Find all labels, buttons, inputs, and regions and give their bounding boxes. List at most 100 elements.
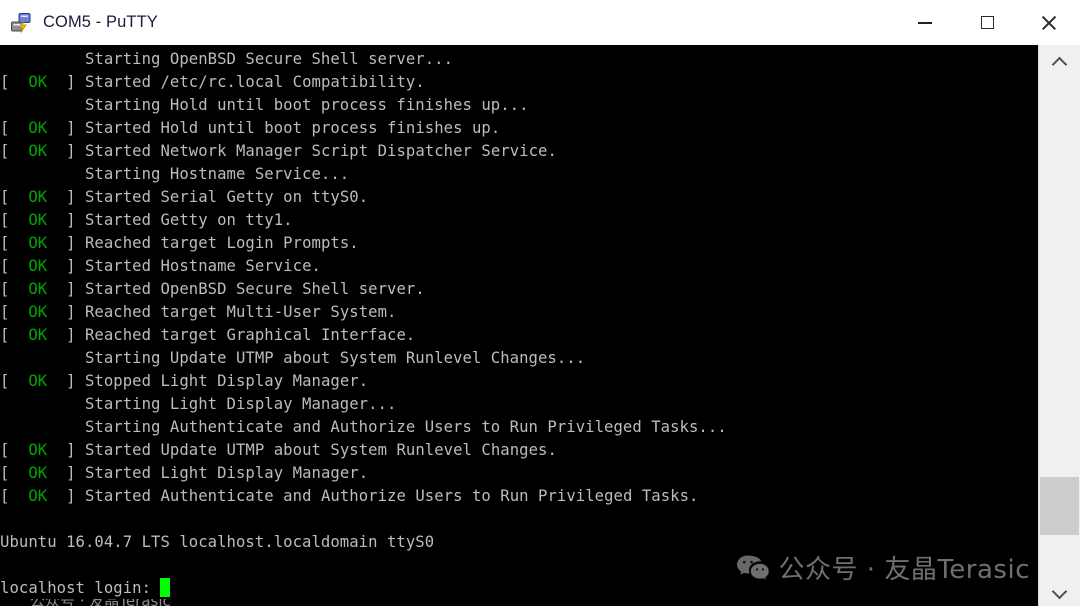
status-blank-tag bbox=[0, 418, 85, 436]
terminal-line-text: Starting OpenBSD Secure Shell server... bbox=[84, 50, 454, 68]
terminal-line: [ OK ] Started Serial Getty on ttyS0. bbox=[0, 186, 1038, 209]
status-bracket-close: ] bbox=[47, 257, 85, 275]
scroll-down-button[interactable] bbox=[1039, 572, 1080, 606]
close-icon bbox=[1040, 14, 1058, 32]
chevron-up-icon bbox=[1053, 56, 1066, 69]
terminal-line-text: Started Update UTMP about System Runleve… bbox=[84, 441, 557, 459]
status-blank-tag bbox=[0, 349, 85, 367]
terminal-scrollbar[interactable] bbox=[1038, 45, 1080, 606]
status-ok-badge: OK bbox=[28, 142, 48, 160]
terminal-line: [ OK ] Reached target Login Prompts. bbox=[0, 232, 1038, 255]
status-bracket-open: [ bbox=[0, 73, 29, 91]
terminal-line: Starting Light Display Manager... bbox=[0, 393, 1038, 416]
terminal-line-text: Started OpenBSD Secure Shell server. bbox=[84, 280, 425, 298]
terminal-line: Starting OpenBSD Secure Shell server... bbox=[0, 48, 1038, 71]
status-bracket-close: ] bbox=[47, 464, 85, 482]
status-bracket-close: ] bbox=[47, 326, 85, 344]
status-ok-badge: OK bbox=[28, 73, 48, 91]
status-bracket-close: ] bbox=[47, 73, 85, 91]
terminal-line: [ OK ] Started /etc/rc.local Compatibili… bbox=[0, 71, 1038, 94]
scrollbar-track-upper[interactable] bbox=[1040, 79, 1079, 477]
terminal-line-text: Stopped Light Display Manager. bbox=[84, 372, 369, 390]
status-bracket-close: ] bbox=[47, 211, 85, 229]
terminal-line-text: Starting Hostname Service... bbox=[84, 165, 350, 183]
maximize-button[interactable] bbox=[956, 0, 1018, 45]
terminal-line: [ OK ] Started Hold until boot process f… bbox=[0, 117, 1038, 140]
window-controls bbox=[894, 0, 1080, 45]
terminal-screen[interactable]: Starting OpenBSD Secure Shell server... [… bbox=[0, 45, 1038, 606]
terminal-line: [ OK ] Reached target Multi-User System. bbox=[0, 301, 1038, 324]
status-blank-tag bbox=[0, 50, 85, 68]
terminal-line: [ OK ] Started Light Display Manager. bbox=[0, 462, 1038, 485]
putty-icon bbox=[10, 11, 34, 35]
status-bracket-open: [ bbox=[0, 257, 29, 275]
terminal-line-text: Started Getty on tty1. bbox=[84, 211, 293, 229]
status-ok-badge: OK bbox=[28, 326, 48, 344]
status-bracket-open: [ bbox=[0, 142, 29, 160]
chevron-down-icon bbox=[1053, 583, 1066, 596]
terminal-line: [ OK ] Started Update UTMP about System … bbox=[0, 439, 1038, 462]
terminal-line-text: Reached target Login Prompts. bbox=[84, 234, 359, 252]
status-bracket-open: [ bbox=[0, 464, 29, 482]
terminal-bottom-partial-row: 公众号 · 友晶Terasic bbox=[0, 599, 1038, 606]
terminal-cursor bbox=[160, 578, 171, 597]
terminal-line: [ OK ] Reached target Graphical Interfac… bbox=[0, 324, 1038, 347]
status-ok-badge: OK bbox=[28, 234, 48, 252]
terminal-line: [ OK ] Started Network Manager Script Di… bbox=[0, 140, 1038, 163]
terminal-line-text: Starting Update UTMP about System Runlev… bbox=[84, 349, 586, 367]
status-ok-badge: OK bbox=[28, 372, 48, 390]
scrollbar-thumb[interactable] bbox=[1040, 477, 1079, 535]
bottom-partial-text: 公众号 · 友晶Terasic bbox=[30, 599, 171, 606]
terminal-line-text: Started Hostname Service. bbox=[84, 257, 321, 275]
terminal-output: Starting OpenBSD Secure Shell server... [… bbox=[0, 48, 1038, 600]
terminal-line-text: Starting Light Display Manager... bbox=[84, 395, 397, 413]
status-ok-badge: OK bbox=[28, 119, 48, 137]
terminal-line-text: Started Hold until boot process finishes… bbox=[84, 119, 501, 137]
minimize-icon bbox=[918, 21, 932, 24]
status-bracket-open: [ bbox=[0, 487, 29, 505]
terminal-line-text: Reached target Multi-User System. bbox=[84, 303, 397, 321]
terminal-line: Starting Update UTMP about System Runlev… bbox=[0, 347, 1038, 370]
status-ok-badge: OK bbox=[28, 280, 48, 298]
login-prompt-line[interactable]: localhost login: bbox=[0, 577, 1038, 600]
status-bracket-open: [ bbox=[0, 211, 29, 229]
terminal-line-text: Starting Authenticate and Authorize User… bbox=[84, 418, 727, 436]
status-blank-tag bbox=[0, 96, 85, 114]
terminal-line: [ OK ] Started Getty on tty1. bbox=[0, 209, 1038, 232]
terminal-line: [ OK ] Stopped Light Display Manager. bbox=[0, 370, 1038, 393]
status-ok-badge: OK bbox=[28, 464, 48, 482]
minimize-button[interactable] bbox=[894, 0, 956, 45]
terminal-line: [ OK ] Started Authenticate and Authoriz… bbox=[0, 485, 1038, 508]
terminal-banner: Ubuntu 16.04.7 LTS localhost.localdomain… bbox=[0, 533, 435, 551]
status-bracket-open: [ bbox=[0, 326, 29, 344]
status-ok-badge: OK bbox=[28, 257, 48, 275]
terminal-line-text: Started Authenticate and Authorize Users… bbox=[84, 487, 699, 505]
terminal-line: Starting Authenticate and Authorize User… bbox=[0, 416, 1038, 439]
status-bracket-close: ] bbox=[47, 280, 85, 298]
terminal-line-text: Started Serial Getty on ttyS0. bbox=[84, 188, 369, 206]
terminal-line-text: Started /etc/rc.local Compatibility. bbox=[84, 73, 425, 91]
terminal-line: Starting Hold until boot process finishe… bbox=[0, 94, 1038, 117]
scrollbar-track-lower[interactable] bbox=[1040, 535, 1079, 572]
status-bracket-close: ] bbox=[47, 119, 85, 137]
status-bracket-open: [ bbox=[0, 234, 29, 252]
status-bracket-close: ] bbox=[47, 303, 85, 321]
terminal-line-text: Reached target Graphical Interface. bbox=[84, 326, 416, 344]
terminal-line-text: Starting Hold until boot process finishe… bbox=[84, 96, 529, 114]
close-button[interactable] bbox=[1018, 0, 1080, 45]
status-bracket-open: [ bbox=[0, 280, 29, 298]
status-bracket-close: ] bbox=[47, 487, 85, 505]
title-bar[interactable]: COM5 - PuTTY bbox=[0, 0, 1080, 46]
status-blank-tag bbox=[0, 165, 85, 183]
status-ok-badge: OK bbox=[28, 211, 48, 229]
terminal-line-text: Started Light Display Manager. bbox=[84, 464, 369, 482]
status-bracket-open: [ bbox=[0, 372, 29, 390]
status-bracket-close: ] bbox=[47, 142, 85, 160]
terminal-line: Starting Hostname Service... bbox=[0, 163, 1038, 186]
terminal-line: [ OK ] Started OpenBSD Secure Shell serv… bbox=[0, 278, 1038, 301]
scroll-up-button[interactable] bbox=[1039, 45, 1080, 79]
status-ok-badge: OK bbox=[28, 188, 48, 206]
status-bracket-open: [ bbox=[0, 119, 29, 137]
status-bracket-open: [ bbox=[0, 441, 29, 459]
